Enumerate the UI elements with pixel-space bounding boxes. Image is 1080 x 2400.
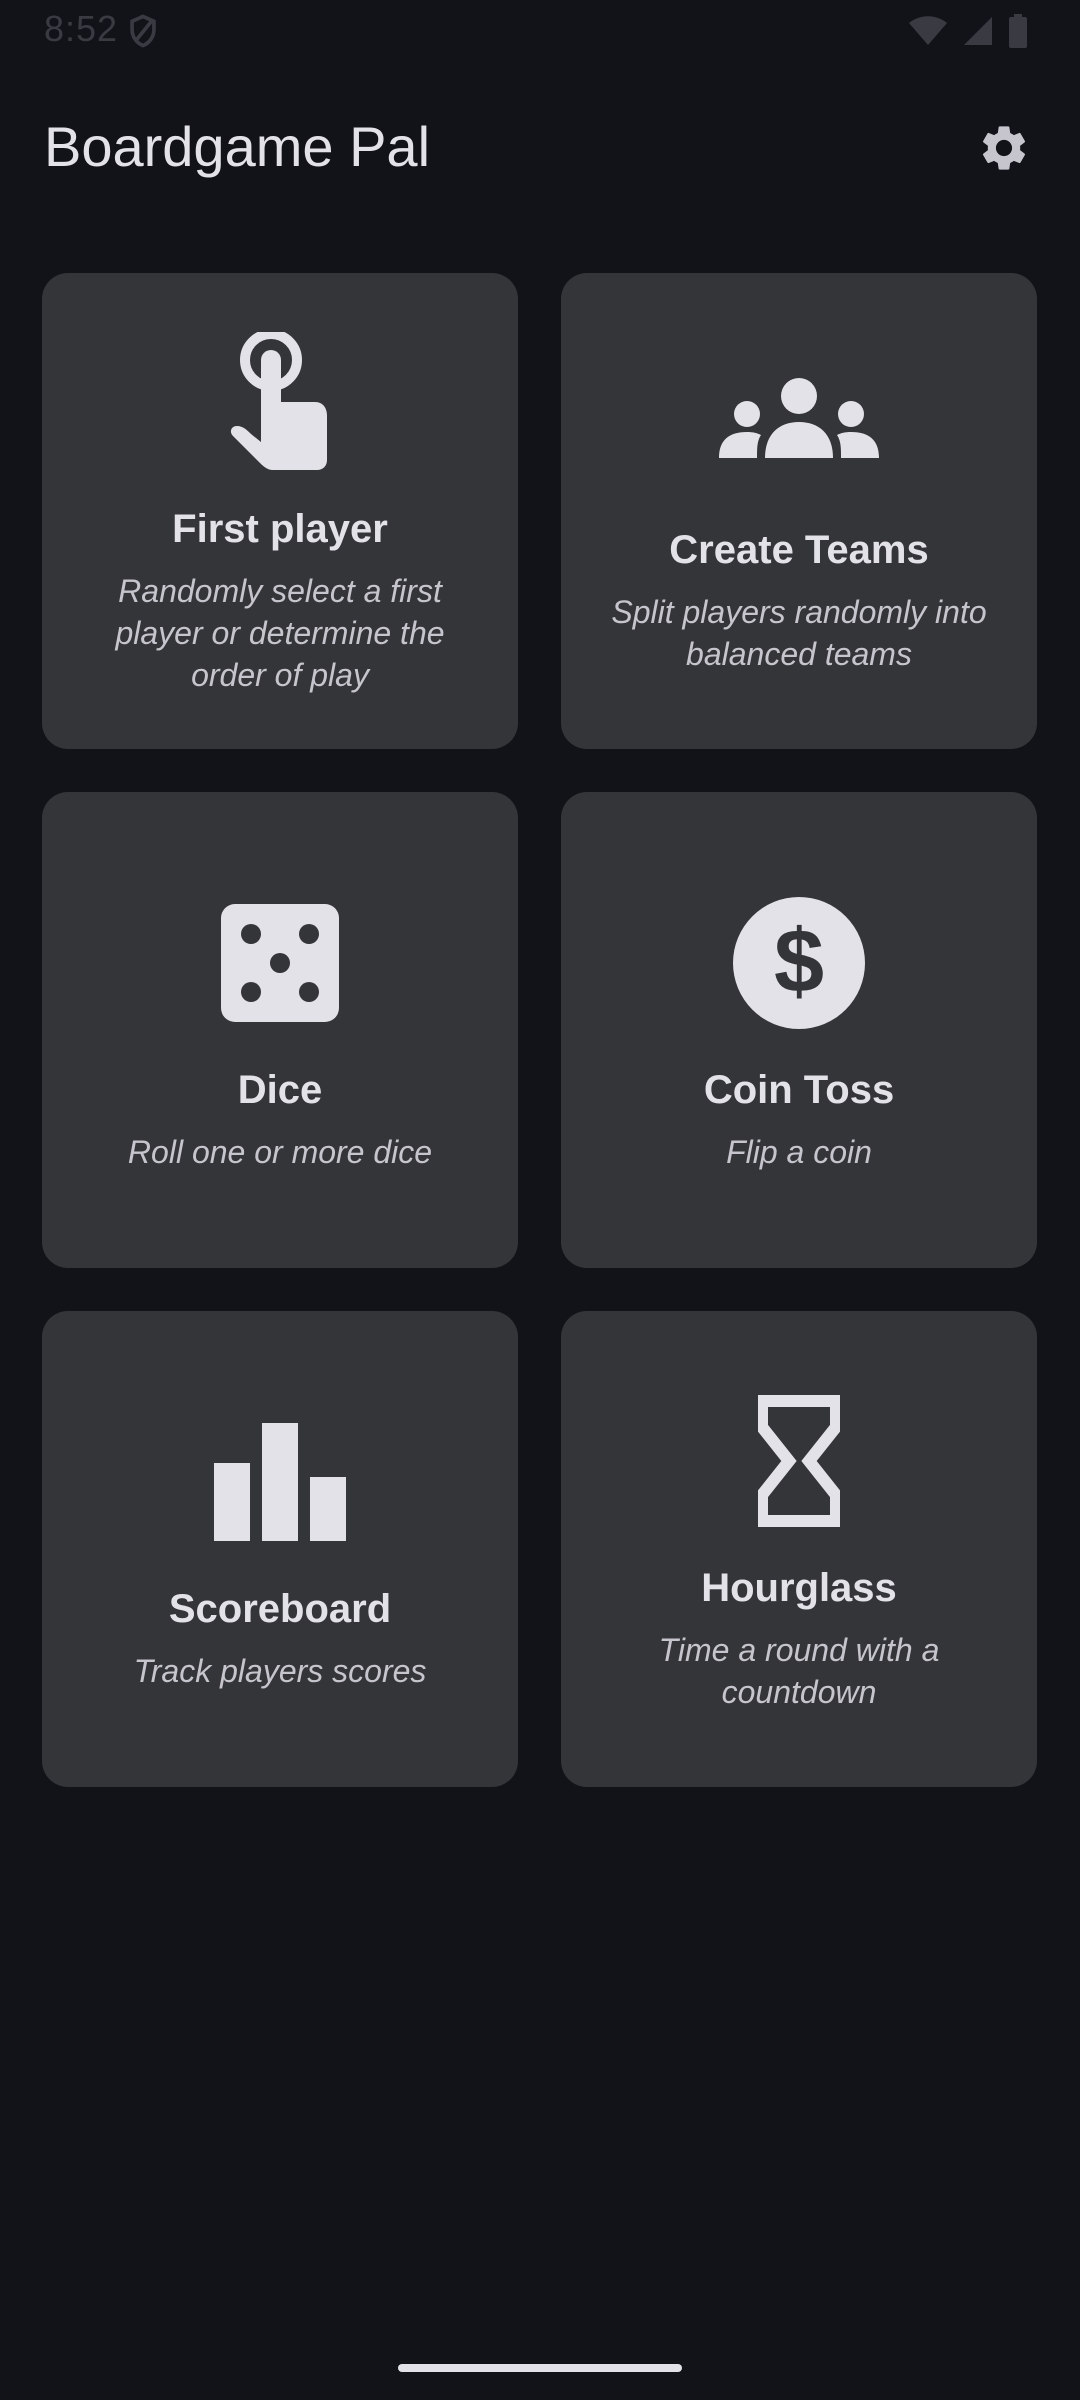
card-title: Hourglass: [701, 1565, 897, 1610]
groups-icon: [719, 348, 879, 498]
dice-icon: [221, 888, 339, 1038]
page-title: Boardgame Pal: [44, 115, 431, 178]
status-icons: [908, 14, 1028, 48]
card-title: Dice: [237, 1067, 323, 1112]
battery-icon: [1009, 14, 1027, 48]
card-coin-toss[interactable]: $ Coin Toss Flip a coin: [561, 792, 1037, 1268]
svg-text:$: $: [774, 912, 824, 1012]
wifi-icon: [909, 16, 947, 45]
card-title: Coin Toss: [703, 1067, 895, 1112]
app-bar: Boardgame Pal: [0, 96, 1080, 200]
card-title: Scoreboard: [168, 1586, 392, 1631]
card-description: Roll one or more dice: [127, 1133, 433, 1170]
status-bar: 8:52: [0, 0, 1080, 64]
card-description: Split players randomly into balanced tea…: [611, 593, 987, 672]
card-description: Flip a coin: [726, 1133, 872, 1170]
card-description: Time a round with a countdown: [658, 1631, 940, 1710]
coin-dollar-icon: $: [733, 888, 865, 1038]
card-hourglass[interactable]: Hourglass Time a round with a countdown: [561, 1311, 1037, 1787]
signal-icon: [964, 17, 992, 45]
gear-icon: [982, 126, 1026, 170]
card-scoreboard[interactable]: Scoreboard Track players scores: [42, 1311, 518, 1787]
shield-icon: [130, 14, 156, 48]
card-description: Track players scores: [133, 1652, 427, 1689]
bar-chart-icon: [214, 1407, 346, 1557]
card-create-teams[interactable]: Create Teams Split players randomly into…: [561, 273, 1037, 749]
card-title: Create Teams: [669, 527, 929, 572]
card-title: First player: [172, 506, 388, 551]
settings-button[interactable]: [972, 116, 1036, 180]
hourglass-icon: [758, 1386, 840, 1536]
card-dice[interactable]: Dice Roll one or more dice: [42, 792, 518, 1268]
card-first-player[interactable]: First player Randomly select a first pla…: [42, 273, 518, 749]
touch-finger-icon: [225, 327, 335, 477]
gesture-navigation-bar[interactable]: [398, 2364, 682, 2372]
card-description: Randomly select a first player or determ…: [115, 572, 445, 693]
status-time: 8:52: [44, 8, 119, 49]
feature-grid: First player Randomly select a first pla…: [42, 273, 1038, 1787]
